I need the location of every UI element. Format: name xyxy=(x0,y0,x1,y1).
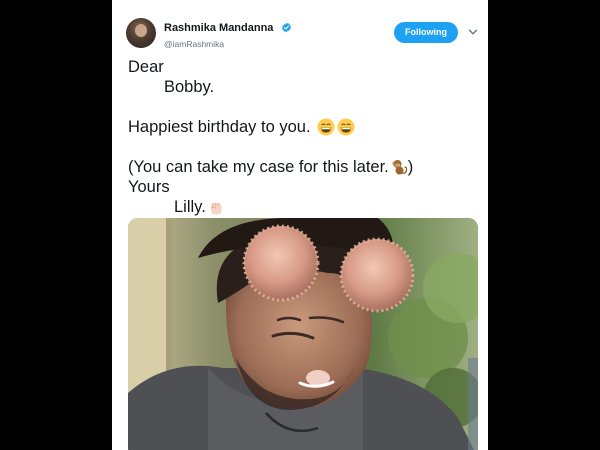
grinning-face-icon xyxy=(317,118,335,136)
chevron-down-icon[interactable] xyxy=(468,27,478,37)
text-line-yours: Yours xyxy=(128,178,170,196)
monkey-icon xyxy=(392,160,407,175)
author-name-block: Rashmika Mandanna @iamRashmika xyxy=(164,19,292,49)
photo-image xyxy=(128,218,478,450)
tweet-header: Rashmika Mandanna @iamRashmika Following xyxy=(126,16,478,52)
text-line-birthday: Happiest birthday to you. xyxy=(128,117,478,137)
tweet-photo[interactable] xyxy=(128,218,478,450)
tweet-text: Dear Bobby. Happiest birthday to you. (Y… xyxy=(128,57,478,217)
grinning-face-icon xyxy=(337,118,355,136)
tweet-card: Rashmika Mandanna @iamRashmika Following… xyxy=(112,0,488,450)
text-line-dear: Dear xyxy=(128,58,164,76)
case-text-end: ) xyxy=(407,158,414,176)
text-line-bobby: Bobby. xyxy=(164,78,215,96)
text-line-case: (You can take my case for this later. ) xyxy=(128,157,478,177)
case-text: (You can take my case for this later. xyxy=(128,158,389,176)
author-display-name[interactable]: Rashmika Mandanna xyxy=(164,22,273,34)
lilly-text: Lilly. xyxy=(174,198,206,216)
author-handle[interactable]: @iamRashmika xyxy=(164,39,292,49)
raised-fist-icon xyxy=(210,202,222,215)
following-button[interactable]: Following xyxy=(394,22,458,43)
birthday-text: Happiest birthday to you. xyxy=(128,118,311,136)
author-avatar[interactable] xyxy=(126,18,156,48)
text-line-lilly: Lilly. xyxy=(128,197,478,217)
verified-badge-icon xyxy=(281,22,291,33)
